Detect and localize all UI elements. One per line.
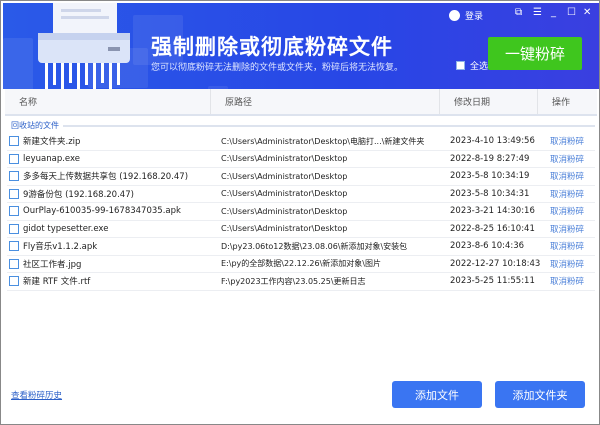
column-action: 操作 bbox=[552, 98, 571, 108]
select-all-checkbox[interactable]: 全选 bbox=[456, 59, 488, 72]
file-path: D:\py23.06to12数据\23.08.06\新添加对象\安装包 bbox=[221, 241, 408, 251]
row-checkbox[interactable] bbox=[9, 171, 19, 182]
table-row[interactable]: leyuanap.exe C:\Users\Administrator\Desk… bbox=[7, 151, 595, 168]
shredder-icon bbox=[38, 3, 130, 89]
table-row[interactable]: OurPlay-610035-99-1678347035.apk C:\User… bbox=[7, 203, 595, 221]
column-path[interactable]: 原路径 bbox=[211, 89, 440, 114]
file-path: F:\py2023工作内容\23.05.25\更新日志 bbox=[221, 276, 366, 286]
file-date: 2023-5-8 10:34:19 bbox=[450, 171, 530, 182]
close-icon[interactable]: ✕ bbox=[583, 7, 591, 18]
table-row[interactable]: 多多每天上传数据共享包 (192.168.20.47) C:\Users\Adm… bbox=[7, 168, 595, 186]
file-name: 新建文件夹.zip bbox=[23, 137, 81, 148]
file-path: C:\Users\Administrator\Desktop bbox=[221, 224, 348, 234]
section-label: 回收站的文件 bbox=[11, 120, 595, 131]
user-icon bbox=[449, 10, 460, 21]
select-all-label: 全选 bbox=[470, 62, 489, 72]
file-date: 2023-4-10 13:49:56 bbox=[450, 136, 535, 147]
row-checkbox[interactable] bbox=[9, 188, 19, 199]
shred-button[interactable]: 一键粉碎 bbox=[488, 37, 582, 70]
checkbox-icon bbox=[456, 61, 465, 70]
add-folder-button[interactable]: 添加文件夹 bbox=[495, 381, 585, 408]
row-checkbox[interactable] bbox=[9, 223, 19, 234]
file-name: gidot typesetter.exe bbox=[23, 223, 109, 234]
app-window: 强制删除或彻底粉碎文件 您可以彻底粉碎无法删除的文件或文件夹，粉碎后将无法恢复。… bbox=[0, 0, 600, 425]
cancel-shred-link[interactable]: 取消粉碎 bbox=[550, 240, 584, 252]
file-date: 2023-3-21 14:30:16 bbox=[450, 206, 535, 217]
history-link[interactable]: 查看粉碎历史 bbox=[11, 389, 62, 401]
page-subtitle: 您可以彻底粉碎无法删除的文件或文件夹，粉碎后将无法恢复。 bbox=[151, 63, 404, 73]
file-list: 新建文件夹.zip C:\Users\Administrator\Desktop… bbox=[7, 133, 595, 291]
file-path: C:\Users\Administrator\Desktop bbox=[221, 206, 348, 216]
file-name: Fly音乐v1.1.2.apk bbox=[23, 242, 98, 253]
file-date: 2022-8-19 8:27:49 bbox=[450, 153, 530, 164]
file-path: C:\Users\Administrator\Desktop\电脑打...\新建… bbox=[221, 136, 425, 146]
file-date: 2023-5-25 11:55:11 bbox=[450, 276, 535, 287]
table-row[interactable]: 新建文件夹.zip C:\Users\Administrator\Desktop… bbox=[7, 133, 595, 151]
login-button[interactable]: 登录 bbox=[449, 9, 483, 22]
table-header: 名称 原路径 修改日期 操作 bbox=[5, 89, 597, 116]
table-row[interactable]: 社区工作者.jpg E:\py的全部数据\22.12.26\新添加对象\图片 2… bbox=[7, 256, 595, 273]
login-label: 登录 bbox=[465, 12, 484, 22]
file-path: C:\Users\Administrator\Desktop bbox=[221, 171, 348, 181]
page-title: 强制删除或彻底粉碎文件 bbox=[151, 35, 393, 59]
file-name: leyuanap.exe bbox=[23, 153, 80, 164]
file-path: E:\py的全部数据\22.12.26\新添加对象\图片 bbox=[221, 259, 381, 269]
maximize-icon[interactable]: ☐ bbox=[567, 7, 576, 18]
file-path: C:\Users\Administrator\Desktop bbox=[221, 154, 348, 164]
file-name: OurPlay-610035-99-1678347035.apk bbox=[23, 206, 181, 217]
file-name: 新建 RTF 文件.rtf bbox=[23, 277, 91, 288]
row-checkbox[interactable] bbox=[9, 258, 19, 269]
cancel-shred-link[interactable]: 取消粉碎 bbox=[550, 188, 584, 200]
file-path: C:\Users\Administrator\Desktop bbox=[221, 189, 348, 199]
row-checkbox[interactable] bbox=[9, 136, 19, 147]
cancel-shred-link[interactable]: 取消粉碎 bbox=[550, 275, 584, 287]
file-date: 2022-8-25 16:10:41 bbox=[450, 223, 535, 234]
header-banner: 强制删除或彻底粉碎文件 您可以彻底粉碎无法删除的文件或文件夹，粉碎后将无法恢复。… bbox=[3, 3, 599, 89]
cancel-shred-link[interactable]: 取消粉碎 bbox=[550, 205, 584, 217]
file-name: 多多每天上传数据共享包 (192.168.20.47) bbox=[23, 172, 189, 183]
file-date: 2023-8-6 10:4:36 bbox=[450, 241, 525, 252]
cancel-shred-link[interactable]: 取消粉碎 bbox=[550, 170, 584, 182]
row-checkbox[interactable] bbox=[9, 153, 19, 164]
table-row[interactable]: 新建 RTF 文件.rtf F:\py2023工作内容\23.05.25\更新日… bbox=[7, 273, 595, 291]
menu-icon[interactable]: ☰ bbox=[533, 7, 542, 18]
feedback-icon[interactable]: ⧉ bbox=[515, 7, 522, 18]
file-name: 社区工作者.jpg bbox=[23, 259, 82, 270]
table-row[interactable]: 9游备份包 (192.168.20.47) C:\Users\Administr… bbox=[7, 186, 595, 203]
cancel-shred-link[interactable]: 取消粉碎 bbox=[550, 153, 584, 165]
row-checkbox[interactable] bbox=[9, 241, 19, 252]
cancel-shred-link[interactable]: 取消粉碎 bbox=[550, 258, 584, 270]
minimize-icon[interactable]: _ bbox=[551, 7, 556, 18]
cancel-shred-link[interactable]: 取消粉碎 bbox=[550, 223, 584, 235]
file-date: 2023-5-8 10:34:31 bbox=[450, 188, 530, 199]
file-name: 9游备份包 (192.168.20.47) bbox=[23, 189, 134, 200]
add-file-button[interactable]: 添加文件 bbox=[392, 381, 482, 408]
file-date: 2022-12-27 10:18:43 bbox=[450, 258, 541, 269]
cancel-shred-link[interactable]: 取消粉碎 bbox=[550, 135, 584, 147]
row-checkbox[interactable] bbox=[9, 206, 19, 217]
table-row[interactable]: gidot typesetter.exe C:\Users\Administra… bbox=[7, 221, 595, 238]
row-checkbox[interactable] bbox=[9, 276, 19, 287]
table-row[interactable]: Fly音乐v1.1.2.apk D:\py23.06to12数据\23.08.0… bbox=[7, 238, 595, 256]
column-date[interactable]: 修改日期 bbox=[440, 89, 538, 114]
column-name[interactable]: 名称 bbox=[5, 89, 211, 114]
